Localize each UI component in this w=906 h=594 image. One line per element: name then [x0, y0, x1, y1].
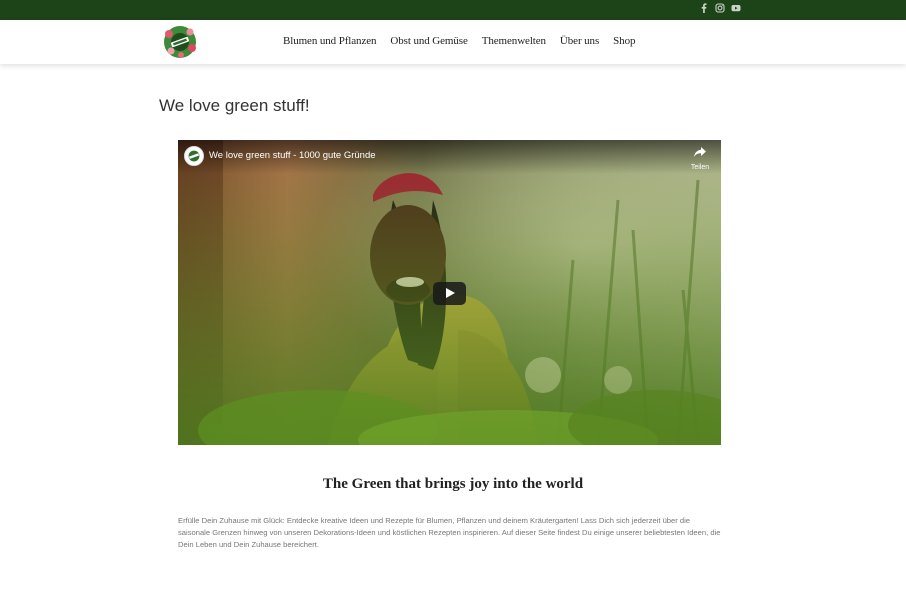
share-button[interactable]: Teilen [687, 145, 713, 171]
youtube-icon[interactable] [731, 3, 741, 13]
nav-item-shop[interactable]: Shop [613, 35, 635, 47]
site-header: Blumen und Pflanzen Obst und Gemüse Them… [0, 20, 906, 64]
page-title: We love green stuff! [159, 96, 310, 115]
video-player[interactable]: We love green stuff - 1000 gute Gründe T… [178, 140, 721, 445]
top-bar [0, 0, 906, 20]
intro-paragraph: Erfülle Dein Zuhause mit Glück: Entdecke… [178, 516, 721, 549]
nav-item-obst-und-gemuese[interactable]: Obst und Gemüse [390, 35, 467, 47]
play-button[interactable] [433, 282, 466, 305]
instagram-icon[interactable] [715, 3, 725, 13]
share-icon [694, 147, 706, 157]
section-heading: The Green that brings joy into the world [322, 476, 584, 492]
nav-item-ueber-uns[interactable]: Über uns [560, 35, 599, 47]
nav-item-themenwelten[interactable]: Themenwelten [482, 35, 546, 47]
share-label: Teilen [690, 164, 710, 171]
channel-avatar[interactable] [184, 146, 204, 166]
nav-item-blumen-und-pflanzen[interactable]: Blumen und Pflanzen [283, 35, 377, 47]
main-nav: Blumen und Pflanzen Obst und Gemüse Them… [283, 35, 635, 47]
social-links [699, 3, 741, 13]
facebook-icon[interactable] [699, 3, 709, 13]
brand-logo[interactable] [162, 24, 198, 60]
video-title[interactable]: We love green stuff - 1000 gute Gründe [209, 150, 376, 161]
